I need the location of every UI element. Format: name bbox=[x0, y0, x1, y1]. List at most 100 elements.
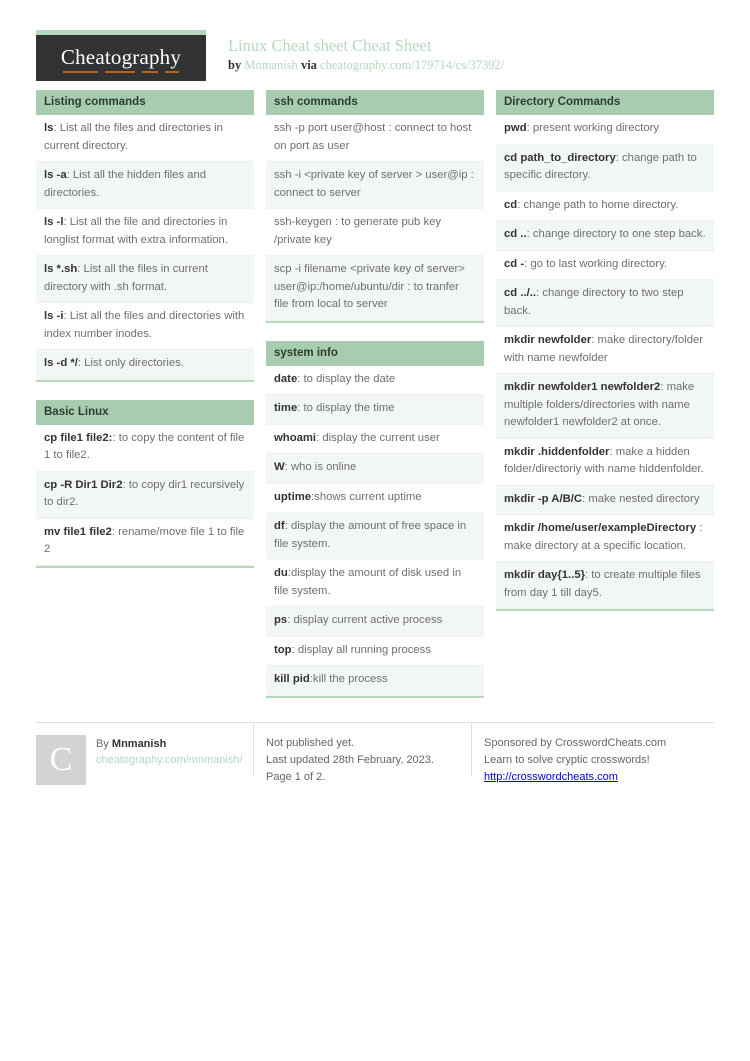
row-description: : display current active process bbox=[287, 614, 443, 626]
row-command: du bbox=[274, 567, 288, 579]
row-description: : List all the hidden files and director… bbox=[44, 169, 207, 199]
page-title: Linux Cheat sheet Cheat Sheet bbox=[228, 36, 432, 55]
last-updated: Last updated 28th February, 2023. bbox=[266, 753, 434, 766]
table-row: cp file1 file2:: to copy the content of … bbox=[36, 424, 254, 472]
cheatography-logo[interactable]: Cheatography bbox=[36, 30, 206, 81]
row-command: W bbox=[274, 461, 285, 473]
table-row: cd ..: change directory to one step back… bbox=[496, 221, 714, 251]
column-1: Listing commands ls: List all the files … bbox=[36, 90, 254, 586]
avatar-letter: C bbox=[49, 740, 73, 778]
row-command: ps bbox=[274, 614, 288, 626]
publish-status: Not published yet. bbox=[266, 736, 355, 749]
footer-profile-link[interactable]: cheatography.com/mnmanish/ bbox=[96, 754, 243, 766]
table-title: Directory Commands bbox=[496, 90, 714, 115]
sponsor-tagline: Learn to solve cryptic crosswords! bbox=[484, 753, 650, 766]
table-row: df: display the amount of free space in … bbox=[266, 513, 484, 560]
table-row: top: display all running process bbox=[266, 636, 484, 666]
row-description: ssh -i <private key of server > user@ip … bbox=[274, 169, 474, 199]
row-description: :display the amount of disk used in file… bbox=[274, 567, 462, 597]
table-row: mv file1 file2: rename/move file 1 to fi… bbox=[36, 518, 254, 566]
row-command: mv file1 file2 bbox=[44, 525, 112, 538]
row-description: : display the current user bbox=[316, 431, 440, 444]
logo-underline-accent bbox=[62, 70, 180, 73]
row-description: : display the amount of free space in fi… bbox=[274, 520, 467, 550]
table-row: mkdir /home/user/exampleDirectory : make… bbox=[496, 515, 714, 562]
row-command: cd .. bbox=[504, 228, 527, 240]
byline-source-link[interactable]: cheatography.com/179714/cs/37392/ bbox=[320, 58, 504, 72]
row-command: ls *.sh bbox=[44, 263, 78, 275]
byline-author-link[interactable]: Mnmanish bbox=[244, 58, 297, 72]
sponsor-line: Sponsored by CrosswordCheats.com bbox=[484, 735, 690, 752]
row-description: :shows current uptime bbox=[311, 490, 422, 503]
table-title: Basic Linux bbox=[36, 399, 254, 425]
table-ssh-commands: ssh commands ssh -p port user@host : con… bbox=[266, 90, 484, 323]
table-row: date: to display the date bbox=[266, 365, 484, 395]
row-command: ls -a bbox=[44, 169, 67, 181]
table-row: cd ../..: change directory to two step b… bbox=[496, 280, 714, 327]
table-row: ls -l: List all the file and directories… bbox=[36, 209, 254, 256]
row-command: kill pid bbox=[274, 673, 310, 685]
row-description: ssh -p port user@host : connect to host … bbox=[274, 122, 472, 152]
row-command: uptime bbox=[274, 490, 312, 503]
table-row: cd path_to_directory: change path to spe… bbox=[496, 144, 714, 192]
avatar: C bbox=[36, 734, 86, 785]
row-command: date bbox=[274, 372, 298, 385]
table-title: system info bbox=[266, 340, 484, 366]
table-row: cd -: go to last working directory. bbox=[496, 250, 714, 280]
row-command: mkdir newfolder bbox=[504, 334, 592, 346]
table-row: ps: display current active process bbox=[266, 607, 484, 637]
table-row: ssh-keygen : to generate pub key /privat… bbox=[266, 209, 484, 256]
logo-box: Cheatography bbox=[36, 35, 206, 81]
footer-author-block: C By Mnmanish cheatography.com/mnmanish/ bbox=[36, 734, 254, 786]
row-description: : List only directories. bbox=[77, 357, 185, 369]
row-command: df bbox=[274, 520, 285, 532]
page-footer: C By Mnmanish cheatography.com/mnmanish/… bbox=[36, 721, 714, 786]
footer-author-line: By Mnmanish bbox=[96, 736, 243, 752]
footer-by-label: By bbox=[96, 737, 112, 750]
table-row: W: who is online bbox=[266, 454, 484, 484]
row-description: : make nested directory bbox=[582, 492, 700, 505]
row-command: cd - bbox=[504, 257, 525, 270]
row-description: : to display the time bbox=[297, 402, 395, 414]
row-description: : display all running process bbox=[291, 643, 431, 656]
table-row: mkdir .hiddenfolder: make a hidden folde… bbox=[496, 438, 714, 486]
cheat-sheet-page: Cheatography Linux Cheat sheet Cheat She… bbox=[0, 0, 750, 1061]
row-command: mkdir day{1..5} bbox=[504, 569, 586, 581]
row-command: mkdir .hiddenfolder bbox=[504, 445, 610, 458]
table-row: ssh -i <private key of server > user@ip … bbox=[266, 162, 484, 209]
row-command: whoami bbox=[274, 431, 317, 444]
row-description: : List all the files and directories in … bbox=[44, 122, 223, 152]
table-system-info: system info date: to display the date ti… bbox=[266, 340, 484, 698]
table-row: scp -i filename <private key of server> … bbox=[266, 256, 484, 321]
page-header: Cheatography Linux Cheat sheet Cheat She… bbox=[36, 0, 714, 81]
table-row: du:display the amount of disk used in fi… bbox=[266, 560, 484, 607]
row-command: mkdir /home/user/exampleDirectory bbox=[504, 522, 697, 534]
table-row: ssh -p port user@host : connect to host … bbox=[266, 115, 484, 162]
table-row: mkdir -p A/B/C: make nested directory bbox=[496, 485, 714, 515]
table-row: ls -i: List all the files and directorie… bbox=[36, 303, 254, 350]
table-row: cp -R Dir1 Dir2: to copy dir1 recursivel… bbox=[36, 471, 254, 519]
table-row: time: to display the time bbox=[266, 395, 484, 425]
row-description: scp -i filename <private key of server> … bbox=[274, 263, 465, 310]
row-command: ls -l bbox=[44, 216, 64, 228]
table-directory-commands: Directory Commands pwd: present working … bbox=[496, 90, 714, 611]
sponsor-link[interactable]: http://crosswordcheats.com bbox=[484, 771, 618, 783]
table-row: ls -d */: List only directories. bbox=[36, 350, 254, 380]
byline-via-label: via bbox=[300, 58, 317, 72]
table-row: mkdir newfolder1 newfolder2: make multip… bbox=[496, 374, 714, 439]
table-row: whoami: display the current user bbox=[266, 424, 484, 454]
table-row: ls -a: List all the hidden files and dir… bbox=[36, 162, 254, 209]
row-description: : change directory to one step back. bbox=[526, 228, 706, 240]
row-command: ls -d */ bbox=[44, 357, 78, 369]
row-description: ssh-keygen : to generate pub key /privat… bbox=[274, 216, 442, 246]
table-row: ls: List all the files and directories i… bbox=[36, 115, 254, 162]
table-row: pwd: present working directory bbox=[496, 115, 714, 145]
table-listing-commands: Listing commands ls: List all the files … bbox=[36, 90, 254, 382]
footer-sponsor-block: Sponsored by CrosswordCheats.com Learn t… bbox=[471, 722, 690, 786]
table-title: Listing commands bbox=[36, 90, 254, 115]
row-command: top bbox=[274, 643, 292, 656]
table-row: mkdir day{1..5}: to create multiple file… bbox=[496, 562, 714, 609]
row-description: : change path to home directory. bbox=[517, 198, 679, 211]
row-command: mkdir -p A/B/C bbox=[504, 492, 583, 505]
row-command: cd ../.. bbox=[504, 287, 537, 299]
